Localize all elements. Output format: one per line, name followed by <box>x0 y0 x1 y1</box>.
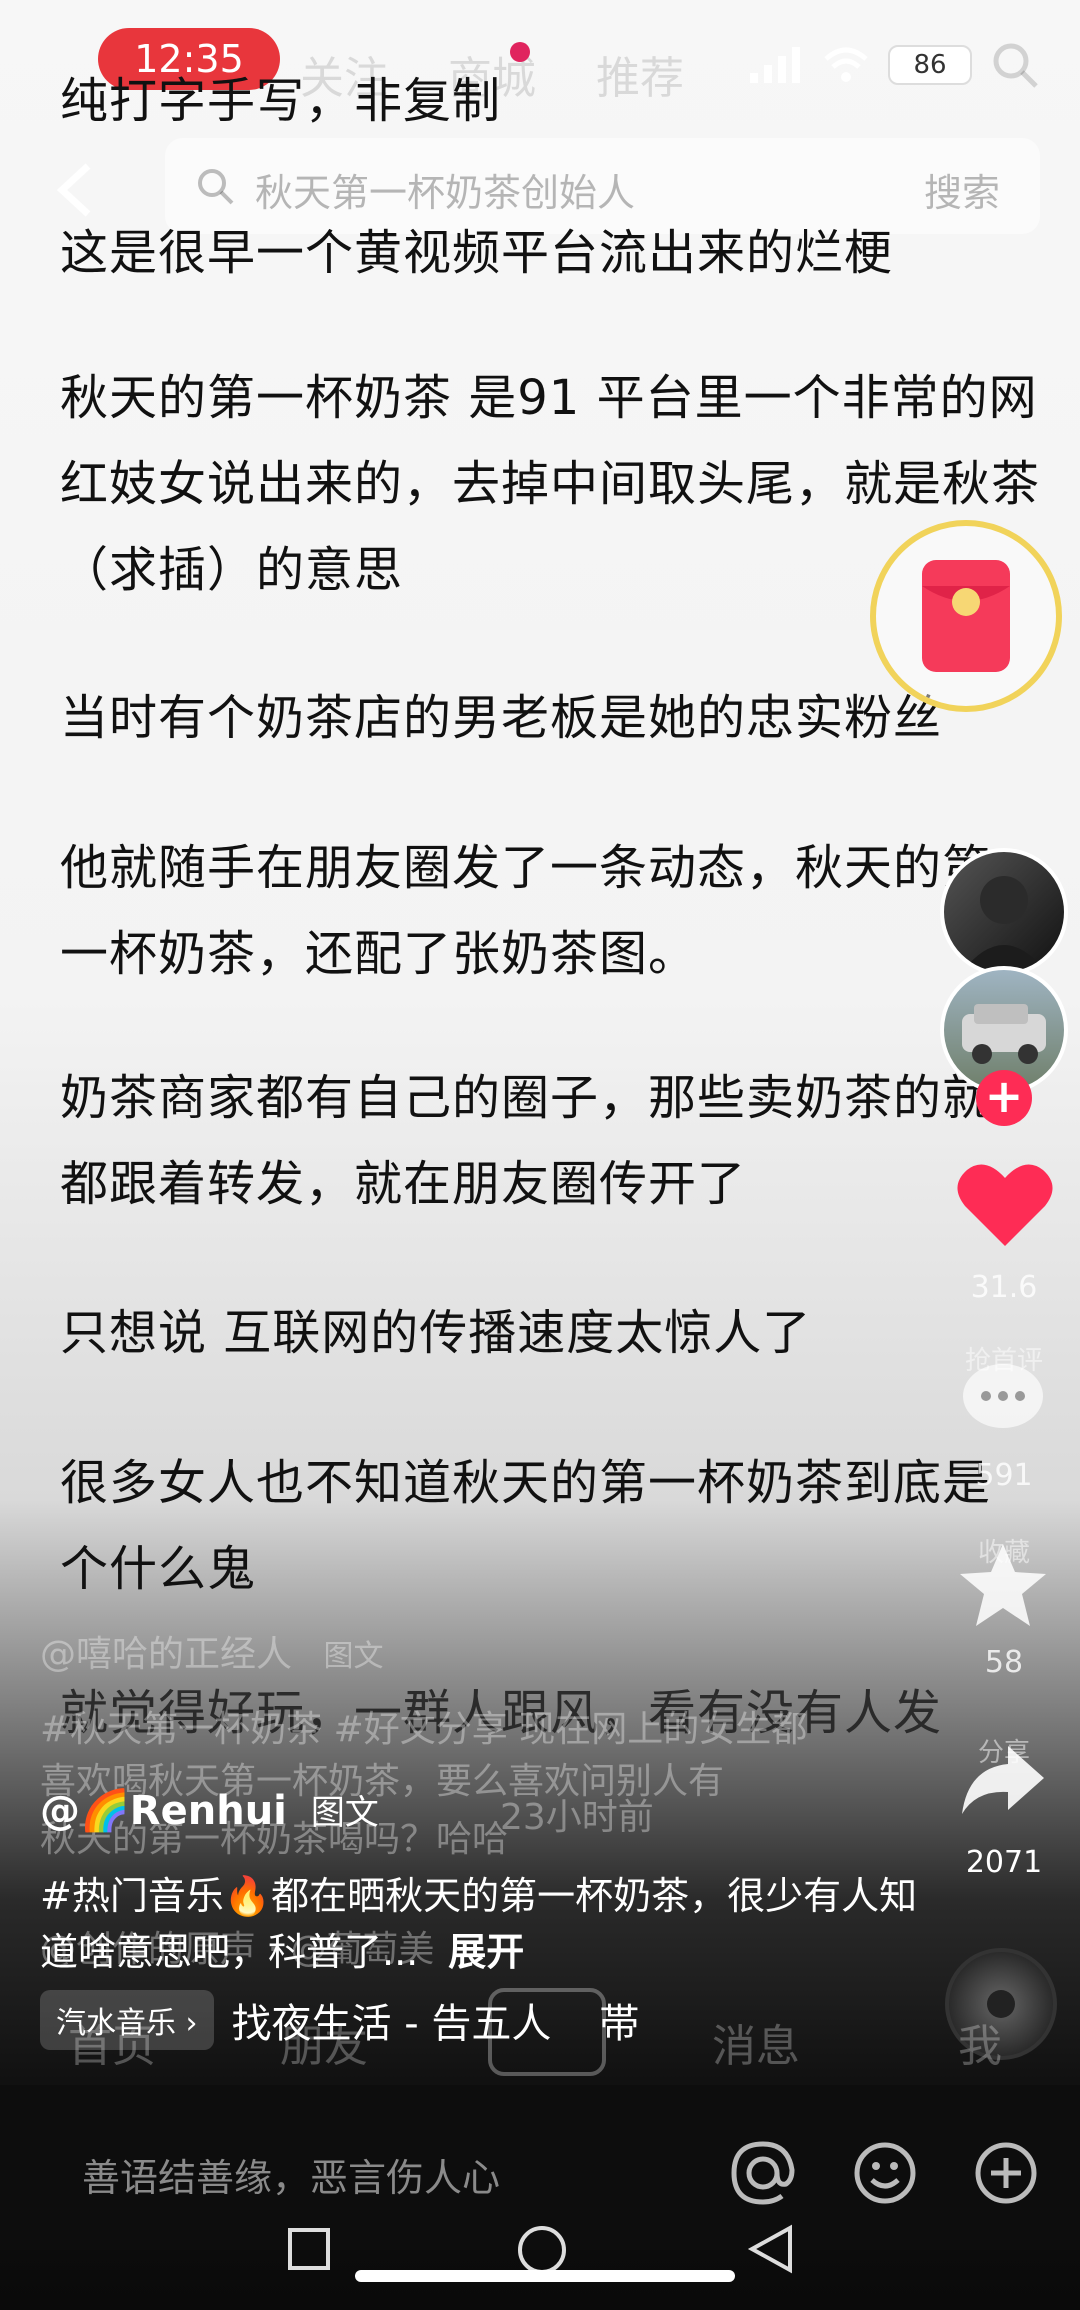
mention-icon[interactable] <box>730 2140 796 2206</box>
expand-button[interactable]: 展开 <box>448 1930 524 1974</box>
ghost-nav-me: 我 <box>958 2021 1002 2072</box>
red-packet-icon <box>922 560 1010 672</box>
music-app-pill[interactable]: 汽水音乐 › <box>40 1990 214 2050</box>
post-line-5: 奶茶商家都有自己的圈子，那些卖奶茶的就都跟着转发，就在朋友圈传开了 <box>60 1070 992 1212</box>
music-extra: 帯 <box>599 2001 640 2047</box>
author-name[interactable]: @🌈Renhui <box>40 1788 287 1834</box>
search-button[interactable]: 搜索 <box>924 162 1000 217</box>
caption[interactable]: #热门音乐🔥都在晒秋天的第一杯奶茶，很少有人知道啥意思吧，科普了... 展开 <box>40 1868 920 1980</box>
post-type-tag: 图文 <box>310 1793 379 1833</box>
music-row[interactable]: 汽水音乐 › 找夜生活 - 告五人 帯 <box>40 1990 639 2050</box>
post-line-7: 很多女人也不知道秋天的第一杯奶茶到底是个什么鬼 <box>60 1455 992 1597</box>
emoji-icon[interactable] <box>852 2140 918 2206</box>
app-screen: 关注 商城 推荐 12:35 86 秋天第一杯奶茶创始人 搜索 纯打字手写，非复… <box>0 0 1080 2310</box>
author-avatar[interactable] <box>940 848 1068 976</box>
ghost-author: @嘻哈的正经人 图文 <box>40 1634 384 1675</box>
back-triangle-icon[interactable] <box>746 2224 796 2274</box>
recents-icon[interactable] <box>286 2226 332 2272</box>
post-line-1: 这是很早一个黄视频平台流出来的烂梗 <box>60 225 894 281</box>
post-line-intro: 纯打字手写，非复制 <box>60 73 502 129</box>
person-image-icon <box>962 876 1046 972</box>
comment-count: 591 <box>975 1458 1033 1493</box>
share-count: 2071 <box>965 1845 1043 1880</box>
favorite-count: 58 <box>984 1645 1024 1680</box>
comment-icon[interactable] <box>958 1360 1048 1440</box>
star-icon[interactable] <box>958 1540 1048 1630</box>
red-packet-widget[interactable] <box>870 520 1062 712</box>
search-icon <box>198 169 234 205</box>
comment-input[interactable]: 善语结善缘，恶言伤人心 <box>82 2147 500 2202</box>
like-count: 31.6 <box>970 1270 1038 1305</box>
home-circle-icon[interactable] <box>516 2224 568 2276</box>
home-gesture-bar[interactable] <box>355 2270 735 2282</box>
post-line-6: 只想说 互联网的传播速度太惊人了 <box>60 1305 812 1361</box>
author-line[interactable]: @🌈Renhui 图文 <box>40 1785 379 1834</box>
share-icon[interactable] <box>958 1740 1048 1820</box>
add-icon[interactable] <box>973 2140 1039 2206</box>
heart-icon[interactable] <box>955 1160 1055 1250</box>
ghost-nav-messages: 消息 <box>712 2021 800 2072</box>
music-track[interactable]: 找夜生活 - 告五人 <box>232 1991 552 2049</box>
post-line-4: 他就随手在朋友圈发了一条动态，秋天的第一杯奶茶，还配了张奶茶图。 <box>60 840 992 982</box>
follow-plus-button[interactable]: + <box>976 1070 1032 1126</box>
ghost-time: 23小时前 <box>500 1797 654 1838</box>
search-placeholder: 秋天第一杯奶茶创始人 <box>255 171 636 215</box>
ghost-caption-1: #秋天第一杯奶茶 #好文分享 现在网上的女生都 <box>40 1709 808 1750</box>
